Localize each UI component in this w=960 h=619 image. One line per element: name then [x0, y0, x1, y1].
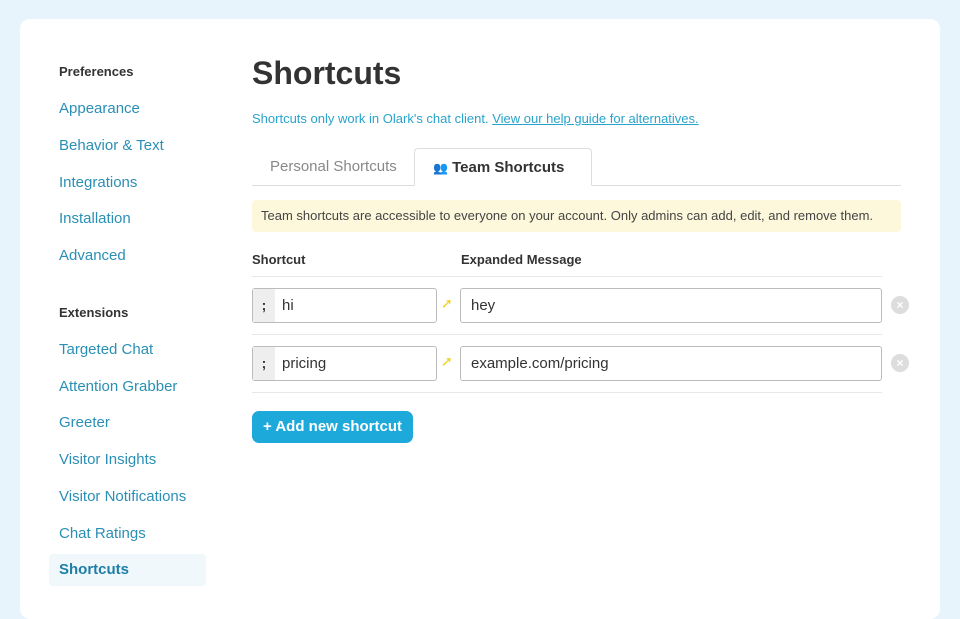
divider — [252, 334, 882, 335]
tabs: Personal Shortcuts 👥 Team Shortcuts — [252, 148, 901, 186]
shortcut-value: hi — [282, 297, 294, 314]
message-input[interactable]: hey — [460, 288, 882, 323]
tab-team-shortcuts[interactable]: 👥 Team Shortcuts — [414, 148, 592, 186]
help-guide-link[interactable]: View our help guide for alternatives. — [492, 111, 698, 126]
sidebar-item-behavior[interactable]: Behavior & Text — [49, 130, 206, 162]
preferences-heading: Preferences — [59, 64, 134, 79]
divider — [252, 392, 882, 393]
message-input[interactable]: example.com/pricing — [460, 346, 882, 381]
shortcut-prefix: ; — [253, 289, 275, 322]
shortcut-column-header: Shortcut — [252, 252, 306, 267]
shortcut-value: pricing — [282, 355, 327, 372]
arrow-icon: ➚ — [441, 353, 453, 369]
shortcut-input[interactable]: ; pricing — [252, 346, 437, 381]
message-column-header: Expanded Message — [461, 252, 582, 267]
info-banner: Team shortcuts are accessible to everyon… — [252, 200, 901, 232]
sidebar-item-shortcuts[interactable]: Shortcuts — [49, 554, 206, 586]
sidebar-item-visitor-notifications[interactable]: Visitor Notifications — [49, 481, 206, 513]
team-icon: 👥 — [433, 161, 448, 175]
remove-icon[interactable]: × — [891, 296, 909, 314]
extensions-heading: Extensions — [59, 305, 129, 320]
divider — [252, 276, 882, 277]
sidebar-item-targeted-chat[interactable]: Targeted Chat — [49, 334, 206, 366]
arrow-icon: ➚ — [441, 295, 453, 311]
page-title: Shortcuts — [252, 55, 402, 91]
shortcut-input[interactable]: ; hi — [252, 288, 437, 323]
note-text: Shortcuts only work in Olark's chat clie… — [252, 111, 489, 126]
tab-personal-shortcuts[interactable]: Personal Shortcuts — [252, 148, 415, 186]
sidebar-item-greeter[interactable]: Greeter — [49, 407, 206, 439]
sidebar-item-attention-grabber[interactable]: Attention Grabber — [49, 371, 206, 403]
tab-label: Team Shortcuts — [452, 159, 565, 176]
remove-icon[interactable]: × — [891, 354, 909, 372]
sidebar-item-installation[interactable]: Installation — [49, 203, 206, 235]
settings-card: Preferences Appearance Behavior & Text I… — [20, 19, 940, 619]
add-shortcut-button[interactable]: + Add new shortcut — [252, 411, 413, 443]
sidebar-item-appearance[interactable]: Appearance — [49, 93, 206, 125]
sidebar-item-chat-ratings[interactable]: Chat Ratings — [49, 518, 206, 550]
sidebar-item-advanced[interactable]: Advanced — [49, 240, 206, 272]
help-note: Shortcuts only work in Olark's chat clie… — [252, 111, 699, 126]
shortcut-prefix: ; — [253, 347, 275, 380]
sidebar-item-visitor-insights[interactable]: Visitor Insights — [49, 444, 206, 476]
sidebar-item-integrations[interactable]: Integrations — [49, 167, 206, 199]
